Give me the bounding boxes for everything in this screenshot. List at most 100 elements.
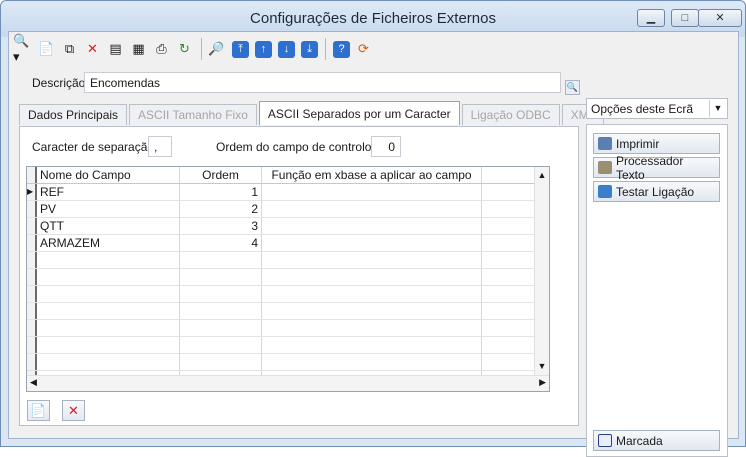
table-cell[interactable]: 2 (180, 201, 262, 217)
previous-record-icon[interactable]: ↑ (255, 40, 272, 58)
table-icon[interactable]: ▦ (128, 39, 149, 60)
table-cell[interactable] (262, 252, 482, 268)
table-cell[interactable]: ARMAZEM (37, 235, 180, 251)
column-header[interactable] (482, 167, 535, 183)
add-row-button[interactable]: 📄 (27, 400, 50, 421)
table-cell[interactable] (482, 303, 535, 319)
table-cell[interactable] (262, 286, 482, 302)
new-document-icon[interactable]: 📄 (36, 39, 57, 60)
marked-button[interactable]: Marcada (593, 430, 720, 451)
preview-icon[interactable]: 🔎 (206, 39, 227, 60)
control-order-field[interactable]: 0 (371, 136, 401, 157)
vertical-scrollbar[interactable]: ▲ ▼ (534, 167, 549, 375)
horizontal-scrollbar[interactable]: ◀ ▶ (27, 375, 549, 391)
new-document-icon: 📄 (30, 403, 47, 418)
table-cell[interactable]: 1 (180, 184, 262, 200)
properties-icon[interactable]: ▤ (105, 39, 126, 60)
delete-row-button[interactable]: ✕ (62, 400, 85, 421)
table-cell[interactable] (482, 252, 535, 268)
table-cell[interactable] (37, 252, 180, 268)
test-connection-button[interactable]: Testar Ligação (593, 181, 720, 202)
table-cell[interactable] (482, 218, 535, 234)
table-cell[interactable] (482, 286, 535, 302)
empty-row[interactable] (27, 337, 549, 354)
table-cell[interactable] (180, 354, 262, 370)
table-cell[interactable] (262, 303, 482, 319)
scroll-right-icon[interactable]: ▶ (539, 377, 546, 388)
table-cell[interactable] (180, 269, 262, 285)
table-row[interactable]: ▶ REF 1 (27, 184, 549, 201)
table-cell[interactable]: REF (37, 184, 180, 200)
tab-ascii-separados[interactable]: ASCII Separados por um Caracter (258, 101, 460, 125)
table-cell[interactable] (37, 337, 180, 353)
table-cell[interactable] (262, 201, 482, 217)
table-cell[interactable] (180, 337, 262, 353)
search-icon[interactable]: 🔍▾ (13, 33, 34, 64)
close-window-button[interactable]: ✕ (698, 9, 742, 27)
table-cell[interactable] (37, 320, 180, 336)
column-header[interactable]: Ordem (180, 167, 262, 183)
table-cell[interactable] (37, 303, 180, 319)
tab-dados-principais[interactable]: Dados Principais (19, 104, 128, 125)
lookup-icon[interactable]: 🔍 (565, 80, 580, 95)
table-row[interactable]: ARMAZEM 4 (27, 235, 549, 252)
table-cell[interactable] (37, 354, 180, 370)
table-cell[interactable] (262, 218, 482, 234)
scroll-up-icon[interactable]: ▲ (535, 167, 549, 184)
empty-row[interactable] (27, 354, 549, 371)
table-cell[interactable] (180, 252, 262, 268)
scroll-down-icon[interactable]: ▼ (535, 358, 549, 375)
empty-row[interactable] (27, 303, 549, 320)
table-cell[interactable]: QTT (37, 218, 180, 234)
table-cell[interactable] (482, 184, 535, 200)
table-cell[interactable]: PV (37, 201, 180, 217)
refresh-icon[interactable]: ↻ (174, 39, 195, 60)
table-cell[interactable] (482, 201, 535, 217)
empty-row[interactable] (27, 252, 549, 269)
table-cell[interactable] (482, 269, 535, 285)
tab-ascii-tamanho-fixo[interactable]: ASCII Tamanho Fixo (129, 104, 257, 125)
table-row[interactable]: PV 2 (27, 201, 549, 218)
last-record-icon[interactable]: ⤓ (301, 40, 318, 58)
description-field[interactable]: Encomendas (84, 72, 561, 93)
help-icon[interactable]: ? (333, 40, 350, 58)
print-icon[interactable]: ⎙ (151, 39, 172, 60)
column-header[interactable]: Nome do Campo (37, 167, 180, 183)
table-cell[interactable] (482, 235, 535, 251)
table-cell[interactable] (262, 320, 482, 336)
table-cell[interactable]: 4 (180, 235, 262, 251)
minimize-button[interactable]: ▁ (637, 9, 665, 27)
column-header[interactable]: Função em xbase a aplicar ao campo (262, 167, 482, 183)
table-cell[interactable] (482, 320, 535, 336)
table-cell[interactable] (180, 320, 262, 336)
scroll-left-icon[interactable]: ◀ (30, 377, 37, 388)
table-cell[interactable] (482, 337, 535, 353)
table-cell[interactable] (180, 303, 262, 319)
empty-row[interactable] (27, 269, 549, 286)
table-cell[interactable] (180, 286, 262, 302)
table-cell[interactable] (262, 337, 482, 353)
table-cell[interactable] (262, 235, 482, 251)
first-record-icon[interactable]: ⤒ (232, 40, 249, 58)
options-combo[interactable]: Opções deste Ecrã ▼ (586, 98, 728, 119)
next-record-icon[interactable]: ↓ (278, 40, 295, 58)
print-button[interactable]: Imprimir (593, 133, 720, 154)
table-cell[interactable]: 3 (180, 218, 262, 234)
delete-icon[interactable]: ✕ (82, 39, 103, 60)
table-row[interactable]: QTT 3 (27, 218, 549, 235)
chevron-down-icon[interactable]: ▼ (709, 100, 726, 117)
separator-field[interactable]: , (148, 136, 172, 157)
table-cell[interactable] (262, 184, 482, 200)
text-processor-button[interactable]: Processador Texto (593, 154, 720, 182)
empty-row[interactable] (27, 320, 549, 337)
empty-row[interactable] (27, 286, 549, 303)
table-cell[interactable] (262, 269, 482, 285)
copy-icon[interactable]: ⧉ (59, 39, 80, 60)
table-cell[interactable] (37, 286, 180, 302)
table-cell[interactable] (262, 354, 482, 370)
table-cell[interactable] (482, 354, 535, 370)
maximize-button[interactable]: □ (671, 9, 699, 27)
tab-ligacao-odbc[interactable]: Ligação ODBC (461, 104, 560, 125)
table-cell[interactable] (37, 269, 180, 285)
exit-icon[interactable]: ⟳ (353, 39, 374, 60)
